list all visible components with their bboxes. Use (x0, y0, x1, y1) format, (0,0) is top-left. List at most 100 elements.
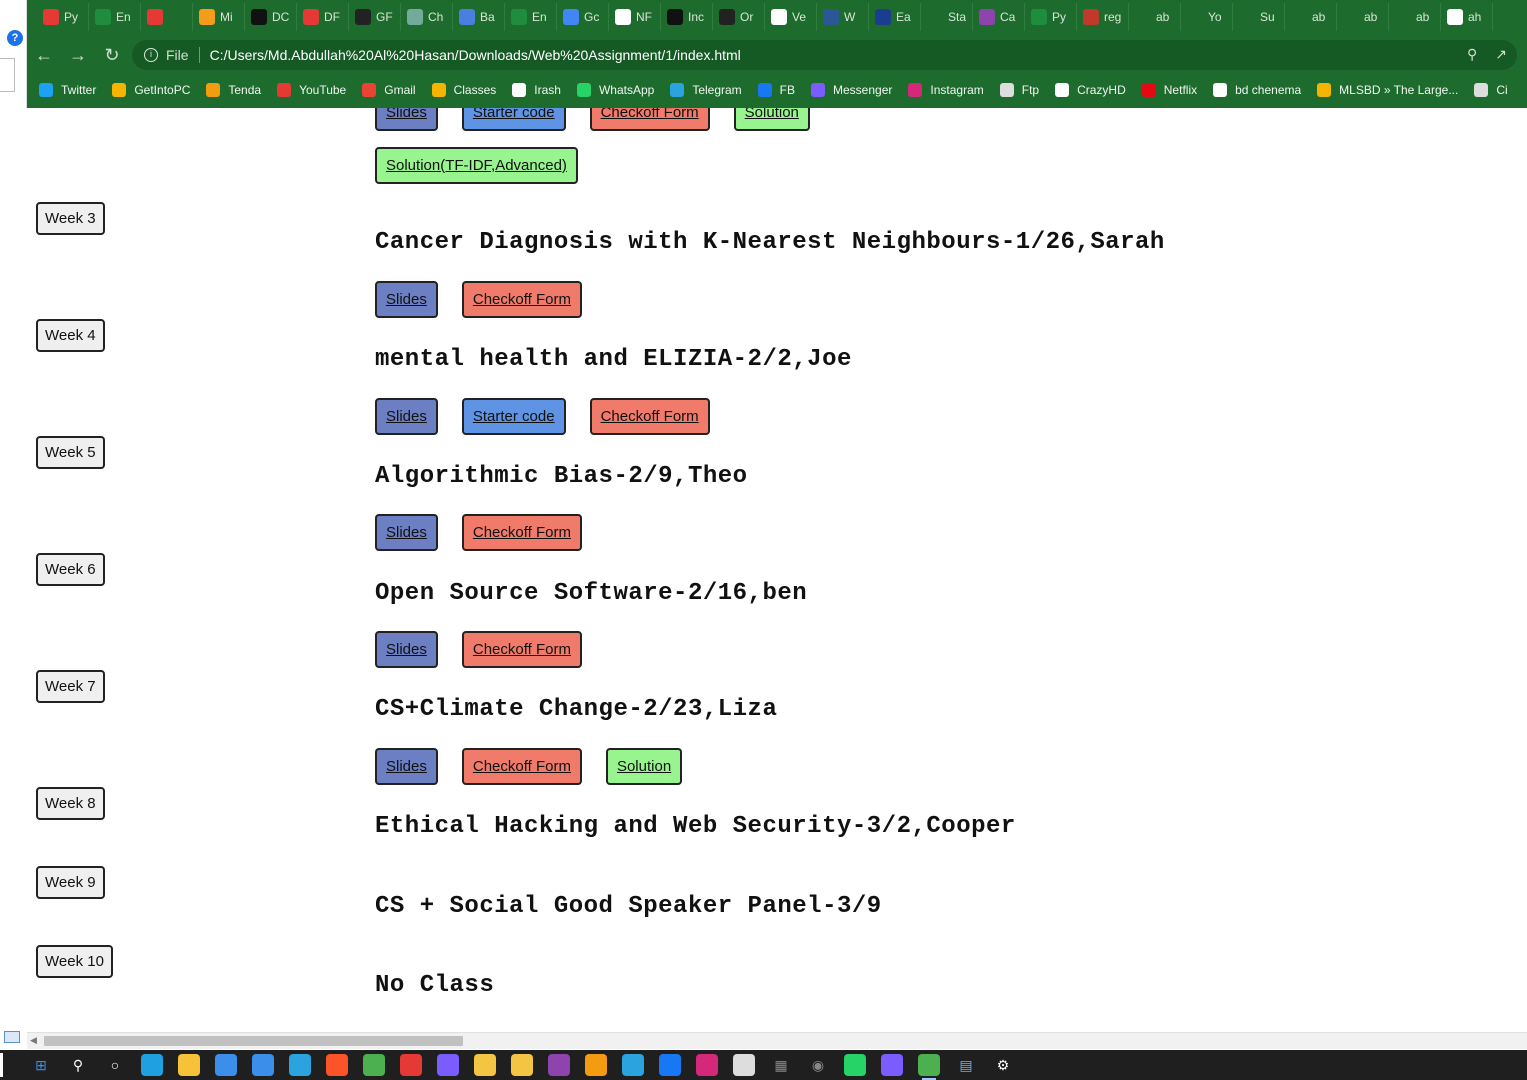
browser-tab[interactable]: ab (1285, 3, 1337, 31)
app-diamond-icon[interactable] (474, 1054, 496, 1076)
github-desktop-icon[interactable] (437, 1054, 459, 1076)
share-icon[interactable]: ↗ (1495, 46, 1507, 63)
bookmark-twitter[interactable]: Twitter (39, 83, 96, 97)
bookmark-fb[interactable]: FB (757, 83, 795, 97)
browser-tab[interactable]: Ca (973, 3, 1025, 31)
scroll-left-icon[interactable]: ◀ (30, 1035, 37, 1046)
starter-code-button[interactable]: Starter code (461, 398, 566, 435)
chrome-icon[interactable] (363, 1054, 385, 1076)
url-text[interactable]: C:/Users/Md.Abdullah%20Al%20Hasan/Downlo… (210, 47, 741, 63)
checkoff-form-button[interactable]: Checkoff Form (461, 631, 582, 668)
browser-tab[interactable]: Inc (661, 3, 713, 31)
week-button-7[interactable]: Week 7 (36, 670, 105, 703)
week-button-3[interactable]: Week 3 (36, 202, 105, 235)
bookmark-irash[interactable]: Irash (512, 83, 561, 97)
browser-tab[interactable]: Mi (193, 3, 245, 31)
slides-button[interactable]: Slides (375, 398, 438, 435)
starter-code-button[interactable]: Starter code (461, 108, 566, 131)
slides-button[interactable]: Slides (375, 514, 438, 551)
bookmark-telegram[interactable]: Telegram (670, 83, 742, 97)
browser-tab[interactable]: NF (609, 3, 661, 31)
browser-tab[interactable]: En (505, 3, 557, 31)
solution-button[interactable]: Solution (733, 108, 810, 131)
bookmark-netflix[interactable]: Netflix (1141, 83, 1197, 97)
slides-button[interactable]: Slides (375, 108, 438, 131)
bookmark-youtube[interactable]: YouTube (277, 83, 346, 97)
search-icon[interactable]: ⚲ (67, 1054, 89, 1076)
checkoff-form-button[interactable]: Checkoff Form (589, 108, 710, 131)
browser-tab[interactable]: Sta (921, 3, 973, 31)
browser-tab[interactable]: Py (37, 3, 89, 31)
bookmark-mlsbd-the-large[interactable]: MLSBD » The Large... (1317, 83, 1458, 97)
ccleaner-icon[interactable] (289, 1054, 311, 1076)
browser-tab[interactable]: Ea (869, 3, 921, 31)
week-button-4[interactable]: Week 4 (36, 319, 105, 352)
info-icon[interactable]: i (144, 48, 158, 62)
app-yellow-icon[interactable] (511, 1054, 533, 1076)
browser-tab[interactable]: ab (1337, 3, 1389, 31)
bookmark-ci[interactable]: Ci (1474, 83, 1508, 97)
browser-tab[interactable] (141, 3, 193, 31)
week-button-5[interactable]: Week 5 (36, 436, 105, 469)
browser-tab[interactable]: Su (1233, 3, 1285, 31)
solution-button[interactable]: Solution (605, 748, 683, 785)
edge-icon[interactable] (141, 1054, 163, 1076)
camera-icon[interactable]: ◉ (807, 1054, 829, 1076)
mail-icon[interactable] (252, 1054, 274, 1076)
app-red-icon[interactable] (400, 1054, 422, 1076)
brave-icon[interactable] (326, 1054, 348, 1076)
week-button-6[interactable]: Week 6 (36, 553, 105, 586)
bookmark-crazyhd[interactable]: CrazyHD (1055, 83, 1126, 97)
bookmark-instagram[interactable]: Instagram (908, 83, 984, 97)
browser-tab[interactable]: ab (1389, 3, 1441, 31)
scrollbar-thumb[interactable] (44, 1036, 463, 1046)
bookmark-bd-chenema[interactable]: bd chenema (1213, 83, 1301, 97)
slides-button[interactable]: Slides (375, 631, 438, 668)
browser-tab[interactable]: Gc (557, 3, 609, 31)
settings-icon[interactable]: ⚙ (992, 1054, 1014, 1076)
notepad-icon[interactable]: ▤ (955, 1054, 977, 1076)
browser-tab[interactable]: GF (349, 3, 401, 31)
slides-button[interactable]: Slides (375, 748, 438, 785)
week-button-9[interactable]: Week 9 (36, 866, 105, 899)
zoom-icon[interactable]: ⚲ (1467, 46, 1477, 63)
browser-tab[interactable]: W (817, 3, 869, 31)
app-unity-icon[interactable] (733, 1054, 755, 1076)
reload-icon[interactable]: ↻ (95, 38, 129, 72)
browser-tab[interactable]: Ve (765, 3, 817, 31)
checkoff-form-button[interactable]: Checkoff Form (589, 398, 710, 435)
bookmark-tenda[interactable]: Tenda (206, 83, 261, 97)
bookmark-classes[interactable]: Classes (431, 83, 496, 97)
back-arrow-icon[interactable]: ← (27, 38, 61, 72)
browser-tab[interactable]: reg (1077, 3, 1129, 31)
browser-tab[interactable]: Or (713, 3, 765, 31)
forward-arrow-icon[interactable]: → (61, 38, 95, 72)
slides-button[interactable]: Slides (375, 281, 438, 318)
browser-tab[interactable]: ab (1129, 3, 1181, 31)
store-icon[interactable] (215, 1054, 237, 1076)
whatsapp-icon[interactable] (844, 1054, 866, 1076)
checkoff-form-button[interactable]: Checkoff Form (461, 748, 582, 785)
browser-tab[interactable]: Ch (401, 3, 453, 31)
browser-tab[interactable]: DC (245, 3, 297, 31)
bookmark-whatsapp[interactable]: WhatsApp (576, 83, 654, 97)
week-button-8[interactable]: Week 8 (36, 787, 105, 820)
bookmark-getintopc[interactable]: GetIntoPC (112, 83, 190, 97)
cortana-icon[interactable]: ○ (104, 1054, 126, 1076)
chrome-active-icon[interactable] (918, 1054, 940, 1080)
browser-tab[interactable]: Ba (453, 3, 505, 31)
app-orange-icon[interactable] (585, 1054, 607, 1076)
windows-start-icon[interactable]: ⊞ (30, 1054, 52, 1076)
app-circle-icon[interactable] (881, 1054, 903, 1076)
checkoff-form-button[interactable]: Checkoff Form (461, 514, 582, 551)
calculator-icon[interactable]: ▦ (770, 1054, 792, 1076)
address-bar[interactable]: i File C:/Users/Md.Abdullah%20Al%20Hasan… (132, 40, 1517, 70)
instagram-icon[interactable] (696, 1054, 718, 1076)
browser-tab[interactable]: ah (1441, 3, 1493, 31)
bookmark-gmail[interactable]: Gmail (362, 83, 416, 97)
browser-tab[interactable]: En (89, 3, 141, 31)
bookmark-messenger[interactable]: Messenger (811, 83, 892, 97)
vscode-icon[interactable] (622, 1054, 644, 1076)
browser-tab[interactable]: Yo (1181, 3, 1233, 31)
visual-studio-icon[interactable] (548, 1054, 570, 1076)
